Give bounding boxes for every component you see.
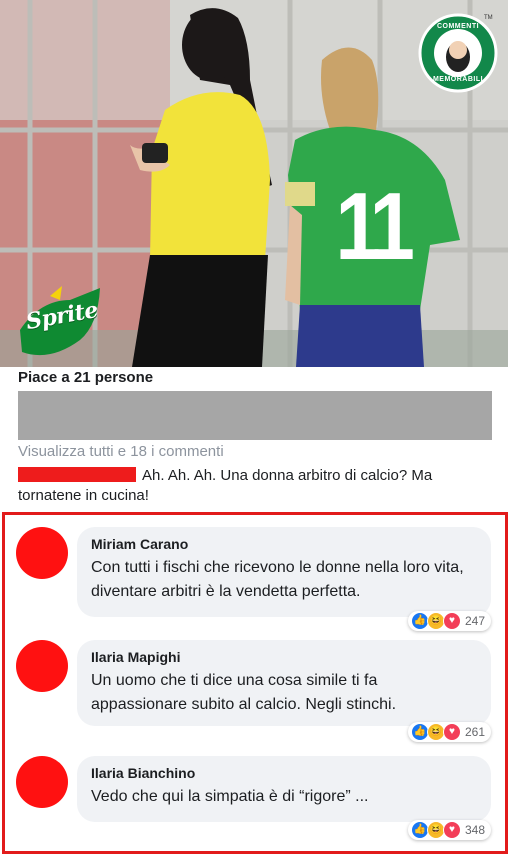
love-icon: ♥ [442, 723, 461, 741]
jersey-number: 11 [335, 173, 415, 280]
reaction-count: 247 [464, 614, 485, 628]
badge-text-bottom: MEMORABILI [432, 76, 484, 83]
comment-author[interactable]: Ilaria Mapighi [91, 649, 477, 665]
redacted-comment-block [18, 391, 492, 440]
avatar[interactable] [16, 527, 68, 579]
likes-count[interactable]: Piace a 21 persone [18, 369, 153, 386]
comment-author[interactable]: Miriam Carano [91, 536, 477, 552]
love-icon: ♥ [442, 821, 461, 839]
reaction-count: 261 [464, 725, 485, 739]
comment-bubble: Ilaria Bianchino Vedo che qui la simpati… [77, 756, 491, 822]
badge-text-top: COMMENTI [436, 23, 480, 30]
post-photo[interactable]: 11 Sprite COMMENTI MEMORABILI TM [0, 0, 508, 367]
comment-author[interactable]: Ilaria Bianchino [91, 765, 477, 781]
highlighted-replies: Miriam Carano Con tutti i fischi che ric… [2, 512, 508, 854]
comment-bubble: Miriam Carano Con tutti i fischi che ric… [77, 527, 491, 617]
avatar[interactable] [16, 640, 68, 692]
quoted-comment: Ah. Ah. Ah. Una donna arbitro di calcio?… [18, 466, 498, 506]
reaction-count: 348 [464, 823, 485, 837]
avatar[interactable] [16, 756, 68, 808]
love-icon: ♥ [442, 612, 461, 630]
reactions-summary[interactable]: 👍 😆 ♥ 261 [407, 722, 491, 742]
comment-text: Con tutti i fischi che ricevono le donne… [91, 559, 464, 600]
reactions-summary[interactable]: 👍 😆 ♥ 348 [407, 820, 491, 840]
reactions-summary[interactable]: 👍 😆 ♥ 247 [407, 611, 491, 631]
comment-text: Un uomo che ti dice una cosa simile ti f… [91, 672, 397, 713]
trademark-mark: TM [484, 15, 493, 21]
comment-text: Vedo che qui la simpatia è di “rigore” .… [91, 788, 369, 805]
redacted-author-name [18, 467, 136, 482]
view-all-comments-link[interactable]: Visualizza tutti e 18 i commenti [18, 443, 224, 460]
comment-bubble: Ilaria Mapighi Un uomo che ti dice una c… [77, 640, 491, 726]
